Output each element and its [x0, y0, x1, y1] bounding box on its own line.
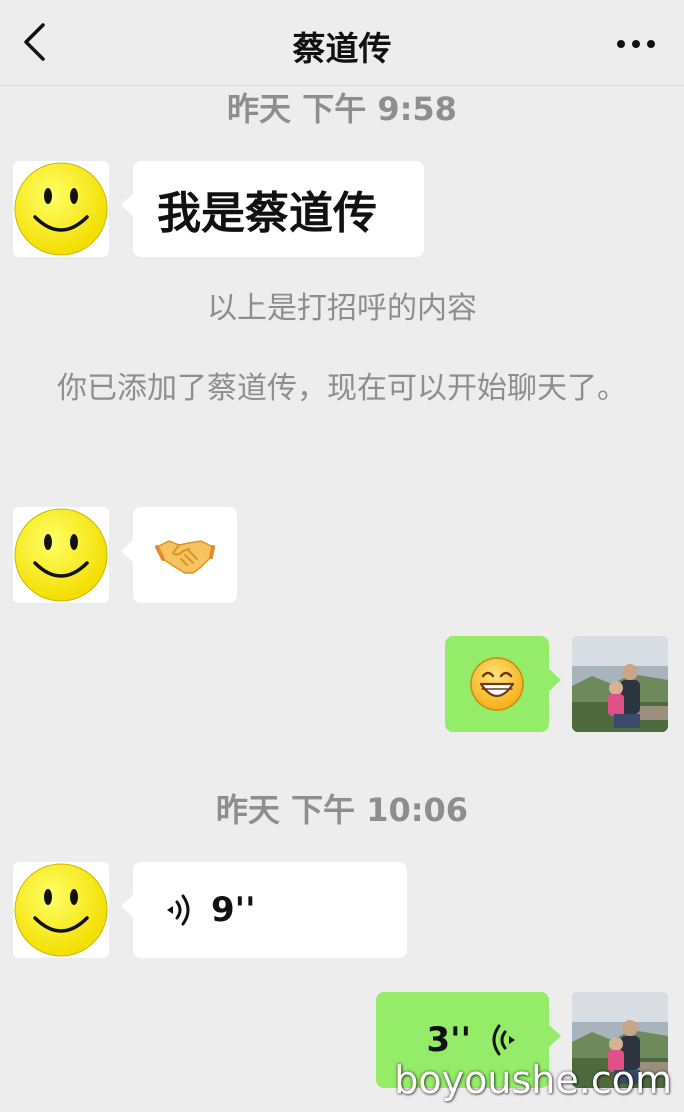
contact-avatar[interactable]	[13, 161, 109, 257]
system-notice: 你已添加了蔡道传，现在可以开始聊天了。	[57, 371, 627, 406]
timestamp: 昨天 下午 9:58	[227, 90, 457, 128]
nav-bar: 蔡道传	[0, 0, 684, 86]
voice-duration: 9''	[211, 890, 256, 930]
voice-duration: 3''	[426, 1020, 471, 1060]
message-text: 我是蔡道传	[157, 188, 377, 239]
timestamp: 昨天 下午 10:06	[215, 791, 469, 829]
system-notice: 以上是打招呼的内容	[207, 291, 477, 326]
voice-wave-icon	[492, 1024, 515, 1056]
smiley-face-icon	[14, 162, 108, 256]
message-bubble-incoming[interactable]	[121, 507, 237, 603]
more-dots-icon[interactable]	[606, 22, 666, 66]
grinning-face-icon	[470, 657, 524, 711]
contact-avatar[interactable]	[13, 507, 109, 603]
watermark: boyoushe.com	[394, 1058, 672, 1102]
profile-photo-icon	[572, 636, 668, 732]
handshake-icon	[155, 540, 215, 574]
chat-title: 蔡道传	[292, 29, 392, 68]
smiley-face-icon	[14, 863, 108, 957]
message-bubble-outgoing[interactable]	[445, 636, 561, 732]
my-avatar[interactable]	[572, 636, 668, 732]
smiley-face-icon	[14, 508, 108, 602]
contact-avatar[interactable]	[13, 862, 109, 958]
voice-message-incoming[interactable]: 9''	[121, 862, 407, 958]
message-bubble-incoming[interactable]: 我是蔡道传	[121, 161, 424, 257]
voice-wave-icon	[167, 894, 190, 926]
